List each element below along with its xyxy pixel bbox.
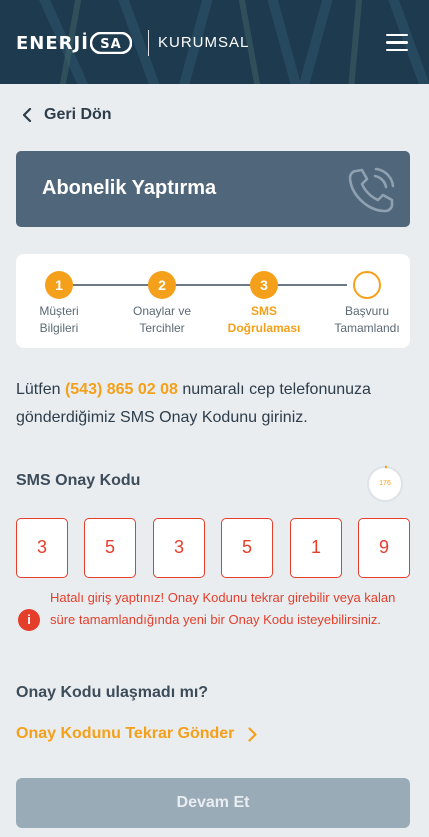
progress-stepper: 1 Müşteri Bilgileri 2 Onaylar ve Tercihler… (16, 254, 410, 348)
page-title-banner: Abonelik Yaptırma (16, 151, 410, 227)
step-4-label: Başvuru Tamamlandı (334, 304, 400, 335)
chevron-right-icon (248, 726, 258, 742)
step-2-circle: 2 (148, 271, 176, 299)
app-header: ENERJİ SA KURUMSAL (0, 0, 429, 84)
step-1-label: Müşteri Bilgileri (39, 304, 79, 335)
svg-text:SA: SA (100, 37, 121, 52)
enerjisa-logo[interactable]: ENERJİ SA (16, 32, 132, 54)
timer-value: 176 (379, 480, 391, 487)
back-button[interactable]: Geri Dön (22, 106, 112, 124)
logo-text: ENERJİ (16, 32, 89, 54)
section-title: KURUMSAL (158, 34, 250, 51)
resend-question: Onay Kodu ulaşmadı mı? (16, 684, 209, 701)
step-2-label: Onaylar ve Tercihler (132, 304, 192, 335)
chevron-left-icon (22, 108, 32, 122)
continue-button[interactable]: Devam Et (16, 778, 410, 828)
phone-call-icon (348, 167, 395, 213)
code-digit-2[interactable]: 5 (84, 518, 136, 578)
code-digit-5[interactable]: 1 (290, 518, 342, 578)
phone-number: (543) 865 02 08 (64, 381, 178, 398)
sms-instruction-text: Lütfen (543) 865 02 08 numaralı cep tele… (16, 381, 371, 426)
code-digit-3[interactable]: 3 (153, 518, 205, 578)
step-3-circle: 3 (250, 271, 278, 299)
hamburger-menu-icon[interactable] (386, 34, 408, 52)
page-title: Abonelik Yaptırma (42, 177, 217, 199)
stepper-track (73, 284, 347, 286)
logo-divider (148, 30, 149, 56)
logo-sa-mark: SA (89, 32, 132, 54)
code-digit-6[interactable]: 9 (358, 518, 410, 578)
logo-sa-icon: SA (89, 32, 132, 54)
error-info-icon: i (18, 609, 40, 631)
back-label: Geri Dön (44, 106, 112, 123)
code-digit-1[interactable]: 3 (16, 518, 68, 578)
sms-code-label: SMS Onay Kodu (16, 472, 141, 489)
code-digit-4[interactable]: 5 (221, 518, 273, 578)
error-text: Hatalı giriş yaptınız! Onay Kodunu tekra… (50, 590, 396, 627)
resend-label: Onay Kodunu Tekrar Gönder (16, 725, 235, 742)
step-1-circle: 1 (45, 271, 73, 299)
step-3-label: SMS Doğrulaması (227, 304, 301, 335)
step-4-circle (353, 271, 381, 299)
resend-code-link[interactable]: Onay Kodunu Tekrar Gönder (16, 725, 258, 743)
countdown-timer: 176 (366, 465, 404, 503)
